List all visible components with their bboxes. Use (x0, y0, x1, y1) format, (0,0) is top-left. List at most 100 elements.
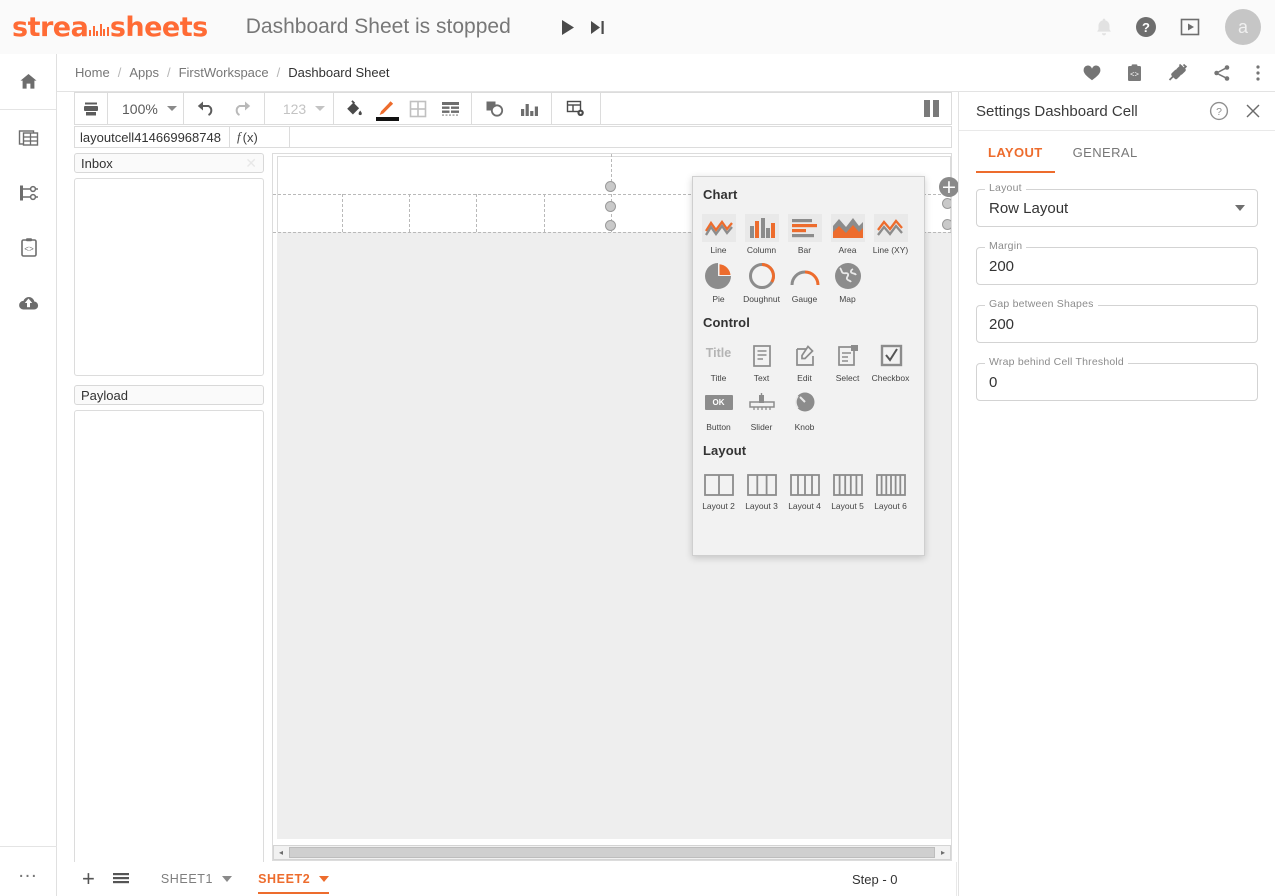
resize-handle-right-middle[interactable] (942, 198, 951, 209)
avatar[interactable]: a (1225, 9, 1261, 45)
layout-select[interactable]: Row Layout (976, 189, 1258, 227)
chevron-down-icon[interactable] (319, 876, 330, 882)
insert-layout-5[interactable]: Layout 5 (826, 464, 869, 511)
insert-control-slider[interactable]: Slider (740, 385, 783, 432)
resize-handle-right-bottom[interactable] (942, 219, 951, 230)
chevron-down-icon (315, 106, 326, 111)
shapes-icon[interactable] (472, 93, 512, 124)
insert-control-select[interactable]: Select (826, 336, 869, 383)
grid-settings-icon[interactable] (552, 93, 600, 124)
field-gap: Gap between Shapes 200 (976, 298, 1258, 343)
inbox-body[interactable] (74, 178, 264, 376)
insert-chart-pie[interactable]: Pie (697, 257, 740, 304)
sheet-tab-sheet1[interactable]: SHEET1 (160, 862, 233, 896)
share-icon[interactable] (1212, 63, 1232, 83)
number-format-select[interactable]: 123 (265, 101, 333, 117)
play-icon[interactable] (557, 16, 579, 38)
tab-general[interactable]: GENERAL (1058, 131, 1153, 173)
insert-control-edit[interactable]: Edit (783, 336, 826, 383)
chevron-down-icon[interactable] (222, 876, 233, 882)
zoom-value: 100% (122, 100, 158, 117)
horizontal-scrollbar[interactable]: ◂ ▸ (273, 845, 951, 860)
field-layout: Layout Row Layout (976, 182, 1258, 227)
insert-chart-column[interactable]: Column (740, 208, 783, 255)
inbox-payload-panel: Inbox ✕ Payload (74, 153, 264, 881)
wrap-threshold-input[interactable]: 0 (976, 363, 1258, 401)
function-button[interactable]: f (x) (229, 126, 289, 148)
fill-bucket-icon[interactable] (334, 93, 370, 124)
sheet-tab-sheet2[interactable]: SHEET2 (258, 862, 330, 896)
close-icon[interactable]: ✕ (245, 155, 257, 172)
add-sheet-button[interactable]: + (82, 868, 95, 890)
scrollbar-thumb[interactable] (289, 847, 935, 858)
cell-reference-input[interactable]: layoutcell414669968748 (74, 126, 229, 148)
close-icon[interactable] (1245, 103, 1261, 119)
resize-handle-middle[interactable] (605, 201, 616, 212)
control-text-icon (749, 336, 775, 370)
insert-chart-line[interactable]: Line (697, 208, 740, 255)
control-select-icon (834, 336, 862, 370)
insert-chart-map[interactable]: Map (826, 257, 869, 304)
help-circle-outline-icon[interactable]: ? (1209, 101, 1229, 121)
scroll-right-button[interactable]: ▸ (936, 846, 950, 859)
svg-text:?: ? (1142, 20, 1150, 35)
sidebar-item-home[interactable] (0, 54, 57, 109)
sheet-tab-sheet1-label: SHEET1 (160, 872, 214, 886)
inbox-header[interactable]: Inbox ✕ (74, 153, 264, 173)
insert-layout-2[interactable]: Layout 2 (697, 464, 740, 511)
sidebar-item-sheets[interactable] (0, 110, 57, 165)
sidebar-item-export[interactable] (0, 275, 57, 330)
tab-layout[interactable]: LAYOUT (973, 131, 1058, 173)
breadcrumb-item-workspace[interactable]: FirstWorkspace (179, 65, 269, 80)
breadcrumb-item-apps[interactable]: Apps (129, 65, 159, 80)
print-layers-icon[interactable] (75, 93, 107, 124)
scroll-left-button[interactable]: ◂ (274, 846, 288, 859)
zoom-select[interactable]: 100% (108, 101, 183, 117)
payload-header[interactable]: Payload (74, 385, 264, 405)
dots-vertical-icon[interactable] (1255, 63, 1261, 83)
insert-control-knob[interactable]: Knob (783, 385, 826, 432)
insert-chart-area[interactable]: Area (826, 208, 869, 255)
insert-chart-doughnut-label: Doughnut (743, 294, 780, 304)
sidebar-item-service[interactable]: <> (0, 220, 57, 275)
app-logo[interactable]: strea sheets (12, 12, 208, 43)
insert-chart-bar[interactable]: Bar (783, 208, 826, 255)
insert-layout-2-label: Layout 2 (702, 501, 735, 511)
undo-icon[interactable] (184, 93, 224, 124)
breadcrumb-item-home[interactable]: Home (75, 65, 110, 80)
insert-control-button[interactable]: OK Button (697, 385, 740, 432)
pen-icon[interactable] (370, 93, 402, 124)
payload-body[interactable] (74, 410, 264, 881)
resize-handle-bottom[interactable] (605, 220, 616, 231)
chart-bar-icon[interactable] (512, 93, 551, 124)
step-forward-icon[interactable] (587, 16, 609, 38)
formula-input[interactable] (289, 126, 952, 148)
insert-control-checkbox[interactable]: Checkbox (869, 336, 912, 383)
margin-input[interactable]: 200 (976, 247, 1258, 285)
borders-grid-icon[interactable] (402, 93, 434, 124)
insert-chart-gauge[interactable]: Gauge (783, 257, 826, 304)
sidebar-more-button[interactable]: … (0, 846, 57, 896)
table-rows-icon[interactable] (434, 93, 471, 124)
resize-handle-top[interactable] (605, 181, 616, 192)
sheet-list-icon[interactable] (111, 871, 131, 887)
sidebar-item-streams[interactable] (0, 165, 57, 220)
insert-layout-4[interactable]: Layout 4 (783, 464, 826, 511)
insert-layout-3[interactable]: Layout 3 (740, 464, 783, 511)
pause-icon[interactable] (924, 93, 951, 124)
bell-icon[interactable] (1095, 17, 1113, 37)
insert-chart-doughnut[interactable]: Doughnut (740, 257, 783, 304)
insert-layout-6[interactable]: Layout 6 (869, 464, 912, 511)
clipboard-code-icon[interactable]: <> (1125, 63, 1144, 83)
plug-icon[interactable] (1167, 63, 1189, 83)
redo-icon[interactable] (224, 93, 264, 124)
heart-icon[interactable] (1082, 64, 1102, 82)
gap-input[interactable]: 200 (976, 305, 1258, 343)
help-circle-icon[interactable]: ? (1135, 16, 1157, 38)
insert-chart-line-xy[interactable]: Line (XY) (869, 208, 912, 255)
play-in-box-icon[interactable] (1179, 17, 1201, 37)
insert-control-text[interactable]: Text (740, 336, 783, 383)
step-status: Step - 0 (852, 871, 898, 887)
add-cell-handle[interactable]: + (939, 177, 959, 197)
insert-control-title[interactable]: Title Title (697, 336, 740, 383)
